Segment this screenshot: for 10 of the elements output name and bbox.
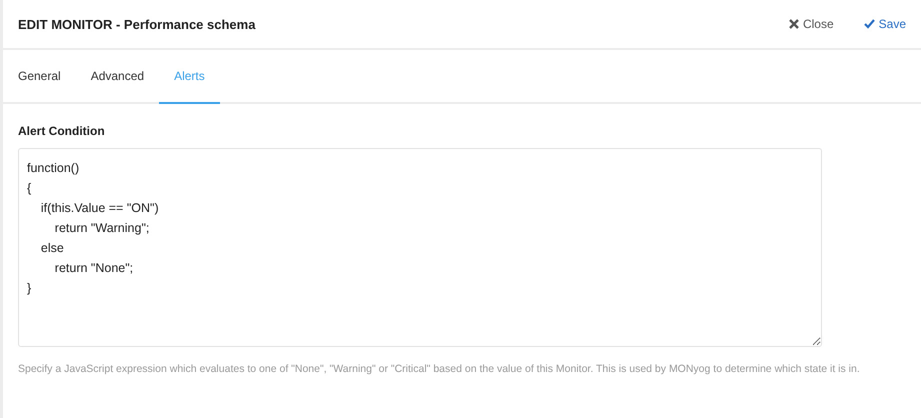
code-editor[interactable]: function() { if(this.Value == "ON") return "Warning"; else return "None"; } (18, 148, 822, 347)
checkmark-icon (864, 19, 875, 29)
tab[interactable]: General (3, 50, 76, 104)
close-button[interactable]: Close (788, 17, 834, 31)
close-icon (788, 19, 799, 29)
help-text: Specify a JavaScript expression which evaluates to one of "None", "Warning" or "Critical" based on the value of this Monitor. This is used by MONyog to determine which state it is in. (18, 362, 861, 377)
save-button[interactable]: Save (864, 17, 906, 31)
tab[interactable]: Advanced (76, 50, 160, 104)
field-label: Alert Condition (18, 124, 106, 138)
dialog-title: EDIT MONITOR - Performance schema (18, 16, 256, 32)
